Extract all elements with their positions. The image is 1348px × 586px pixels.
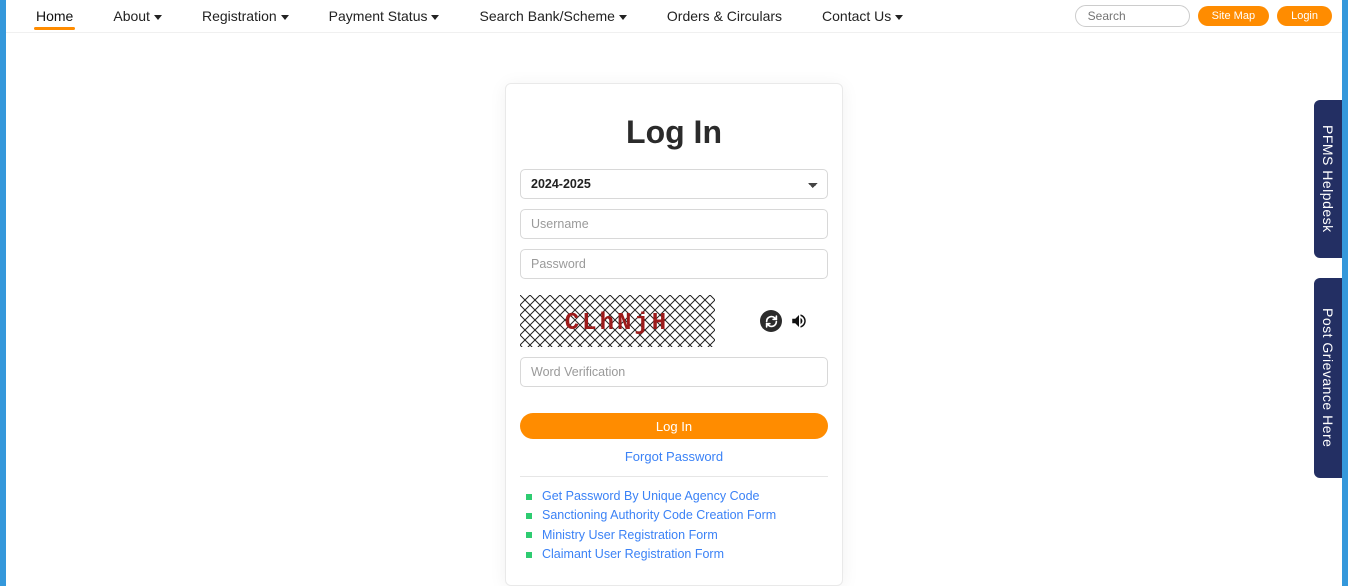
site-map-button[interactable]: Site Map [1198, 6, 1269, 26]
nav-item-search-bank-scheme[interactable]: Search Bank/Scheme [459, 0, 646, 32]
claimant-user-reg-link[interactable]: Claimant User Registration Form [542, 545, 724, 564]
list-item: Ministry User Registration Form [526, 526, 822, 545]
list-item: Claimant User Registration Form [526, 545, 822, 564]
login-card: Log In 2024-2025 [505, 83, 843, 586]
nav-right: Site Map Login [1075, 5, 1332, 27]
divider [520, 476, 828, 477]
search-input[interactable] [1075, 5, 1190, 27]
get-password-link[interactable]: Get Password By Unique Agency Code [542, 487, 759, 506]
audio-captcha-icon[interactable] [788, 310, 810, 332]
top-nav: Home About Registration Payment Status S… [6, 0, 1342, 33]
chevron-down-icon [895, 15, 903, 20]
list-item: Get Password By Unique Agency Code [526, 487, 822, 506]
nav-item-payment-status[interactable]: Payment Status [309, 0, 460, 32]
helpdesk-side-tab[interactable]: PFMS Helpdesk [1314, 100, 1342, 258]
nav-label: Home [36, 8, 73, 24]
nav-label: Orders & Circulars [667, 8, 782, 24]
forgot-password-link[interactable]: Forgot Password [520, 449, 828, 464]
username-input[interactable] [520, 209, 828, 239]
chevron-down-icon [431, 15, 439, 20]
captcha-image: CLhNjH [520, 295, 715, 347]
nav-items: Home About Registration Payment Status S… [16, 0, 923, 32]
helper-links: Get Password By Unique Agency Code Sanct… [520, 487, 828, 571]
list-item: Sanctioning Authority Code Creation Form [526, 506, 822, 525]
refresh-captcha-icon[interactable] [760, 310, 782, 332]
nav-item-registration[interactable]: Registration [182, 0, 309, 32]
chevron-down-icon [281, 15, 289, 20]
password-input[interactable] [520, 249, 828, 279]
nav-login-button[interactable]: Login [1277, 6, 1332, 26]
financial-year-select[interactable]: 2024-2025 [520, 169, 828, 199]
chevron-down-icon [619, 15, 627, 20]
nav-item-about[interactable]: About [93, 0, 182, 32]
svg-text:CLhNjH: CLhNjH [565, 310, 669, 337]
captcha-row: CLhNjH [520, 295, 828, 347]
captcha-actions [760, 310, 810, 332]
nav-label: Search Bank/Scheme [479, 8, 614, 24]
nav-item-orders-circulars[interactable]: Orders & Circulars [647, 0, 802, 32]
nav-item-contact-us[interactable]: Contact Us [802, 0, 923, 32]
login-title: Log In [520, 114, 828, 151]
ministry-user-reg-link[interactable]: Ministry User Registration Form [542, 526, 718, 545]
main-area: Log In 2024-2025 [6, 33, 1342, 586]
nav-label: Payment Status [329, 8, 428, 24]
nav-item-home[interactable]: Home [16, 0, 93, 32]
nav-label: Registration [202, 8, 277, 24]
login-submit-button[interactable]: Log In [520, 413, 828, 439]
word-verification-input[interactable] [520, 357, 828, 387]
grievance-side-tab[interactable]: Post Grievance Here [1314, 278, 1342, 478]
nav-label: About [113, 8, 150, 24]
chevron-down-icon [154, 15, 162, 20]
sanctioning-code-link[interactable]: Sanctioning Authority Code Creation Form [542, 506, 776, 525]
nav-label: Contact Us [822, 8, 891, 24]
